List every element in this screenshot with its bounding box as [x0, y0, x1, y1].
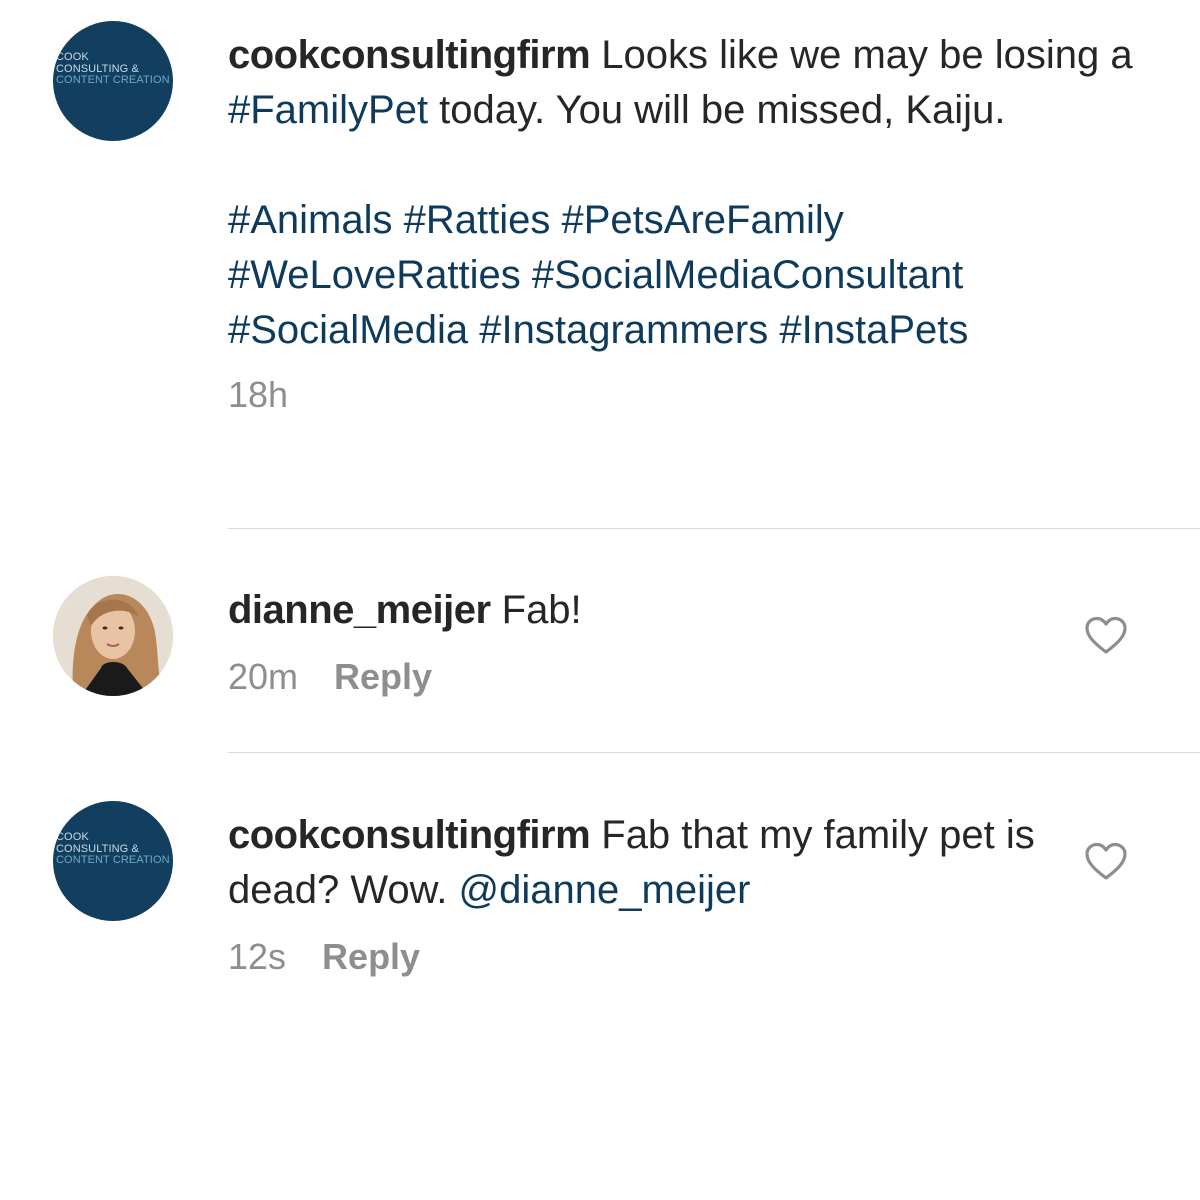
post-author-avatar[interactable]: COOK CONSULTING & CONTENT CREATION [53, 21, 173, 141]
post-caption: cookconsultingfirm Looks like we may be … [228, 28, 1188, 416]
heart-outline-icon[interactable] [1084, 842, 1128, 882]
reply-button[interactable]: Reply [334, 656, 432, 698]
post-meta: 18h [228, 374, 1188, 416]
comment-timestamp: 12s [228, 936, 287, 977]
hashtag-line[interactable]: #WeLoveRatties #SocialMediaConsultant [228, 248, 1188, 303]
hashtag-line[interactable]: #Animals #Ratties #PetsAreFamily [228, 193, 1188, 248]
comment-text: cookconsultingfirm Fab that my family pe… [228, 813, 1035, 912]
comment-timestamp: 20m [228, 656, 299, 697]
commenter-avatar[interactable] [53, 576, 173, 696]
reply-button[interactable]: Reply [322, 936, 420, 978]
commenter-avatar[interactable]: COOK CONSULTING & CONTENT CREATION [53, 801, 173, 921]
heart-outline-icon[interactable] [1084, 616, 1128, 656]
divider [228, 528, 1200, 529]
profile-photo-image [53, 576, 173, 696]
brand-logo-text: COOK CONSULTING & CONTENT CREATION [56, 51, 170, 86]
hashtag-link[interactable]: #FamilyPet [228, 88, 428, 132]
commenter-username[interactable]: dianne_meijer [228, 588, 491, 632]
post-timestamp: 18h [228, 374, 289, 415]
hashtag-line[interactable]: #SocialMedia #Instagrammers #InstaPets [228, 303, 1188, 358]
post-author-username[interactable]: cookconsultingfirm [228, 33, 591, 77]
mention-link[interactable]: @dianne_meijer [459, 868, 751, 912]
comment: dianne_meijer Fab! 20m Reply [228, 583, 1048, 698]
comment: cookconsultingfirm Fab that my family pe… [228, 808, 1048, 978]
comment-meta: 20m Reply [228, 656, 1048, 698]
comment-text: dianne_meijer Fab! [228, 588, 582, 632]
comment-meta: 12s Reply [228, 936, 1048, 978]
divider [228, 752, 1200, 753]
brand-logo-text: COOK CONSULTING & CONTENT CREATION [56, 831, 170, 866]
caption-text: cookconsultingfirm Looks like we may be … [228, 33, 1133, 132]
commenter-username[interactable]: cookconsultingfirm [228, 813, 591, 857]
